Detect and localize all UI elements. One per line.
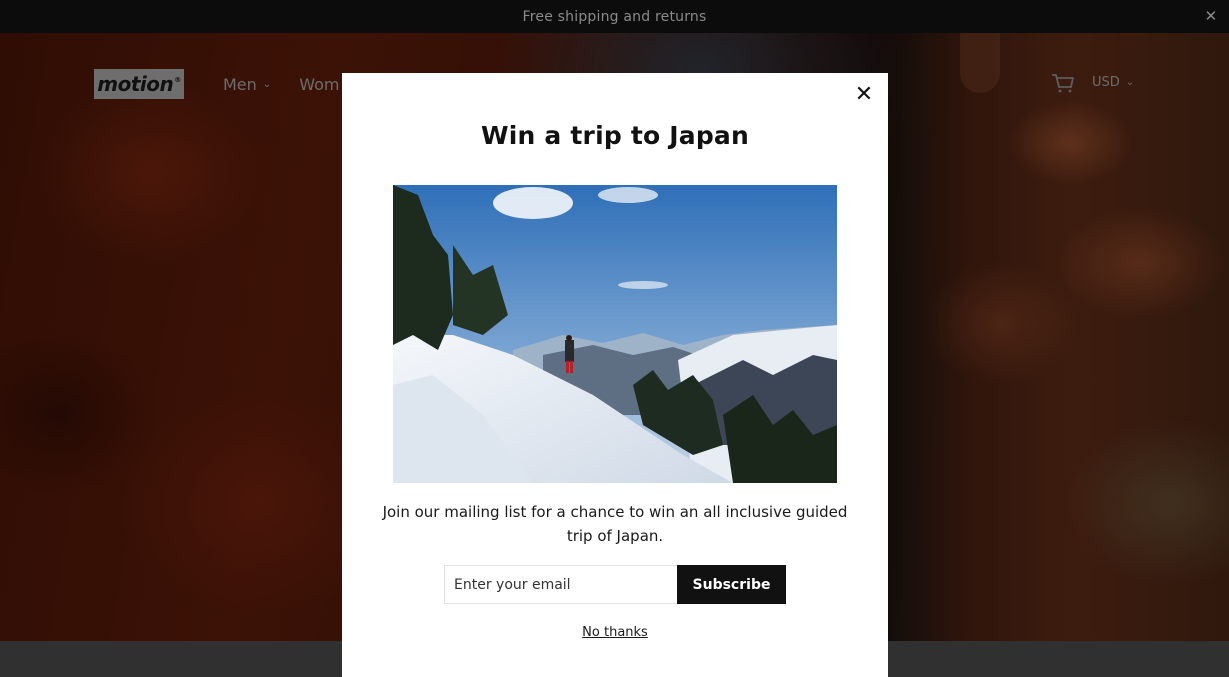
currency-label: USD bbox=[1092, 75, 1120, 90]
logo-text: motion bbox=[97, 72, 174, 96]
announcement-bar: Free shipping and returns ✕ bbox=[0, 0, 1229, 33]
close-icon[interactable]: ✕ bbox=[854, 84, 874, 106]
logo-mark: ® bbox=[174, 76, 181, 84]
subscribe-button[interactable]: Subscribe bbox=[677, 565, 786, 604]
cart-icon[interactable] bbox=[1050, 72, 1076, 94]
nav-item-women[interactable]: Wom bbox=[299, 75, 339, 94]
site-logo[interactable]: motion ® bbox=[94, 69, 184, 99]
newsletter-form: Subscribe bbox=[444, 565, 786, 604]
currency-selector[interactable]: USD ⌄ bbox=[1092, 75, 1134, 90]
nav-item-men[interactable]: Men ⌄ bbox=[223, 75, 271, 94]
close-icon[interactable]: ✕ bbox=[1204, 9, 1218, 24]
chevron-down-icon: ⌄ bbox=[262, 79, 272, 90]
modal-description: Join our mailing list for a chance to wi… bbox=[382, 503, 848, 545]
mountain-hiker-photo bbox=[393, 185, 837, 483]
newsletter-modal: ✕ Win a trip to Japan Join our mailing l… bbox=[342, 73, 888, 677]
main-nav: Men ⌄ Wom bbox=[223, 75, 339, 94]
email-field[interactable] bbox=[444, 565, 677, 604]
announcement-text: Free shipping and returns bbox=[522, 8, 707, 25]
modal-title: Win a trip to Japan bbox=[480, 121, 750, 150]
nav-item-label: Wom bbox=[299, 75, 340, 94]
no-thanks-link[interactable]: No thanks bbox=[342, 625, 888, 640]
nav-item-label: Men bbox=[223, 75, 257, 94]
chevron-down-icon: ⌄ bbox=[1125, 77, 1135, 88]
